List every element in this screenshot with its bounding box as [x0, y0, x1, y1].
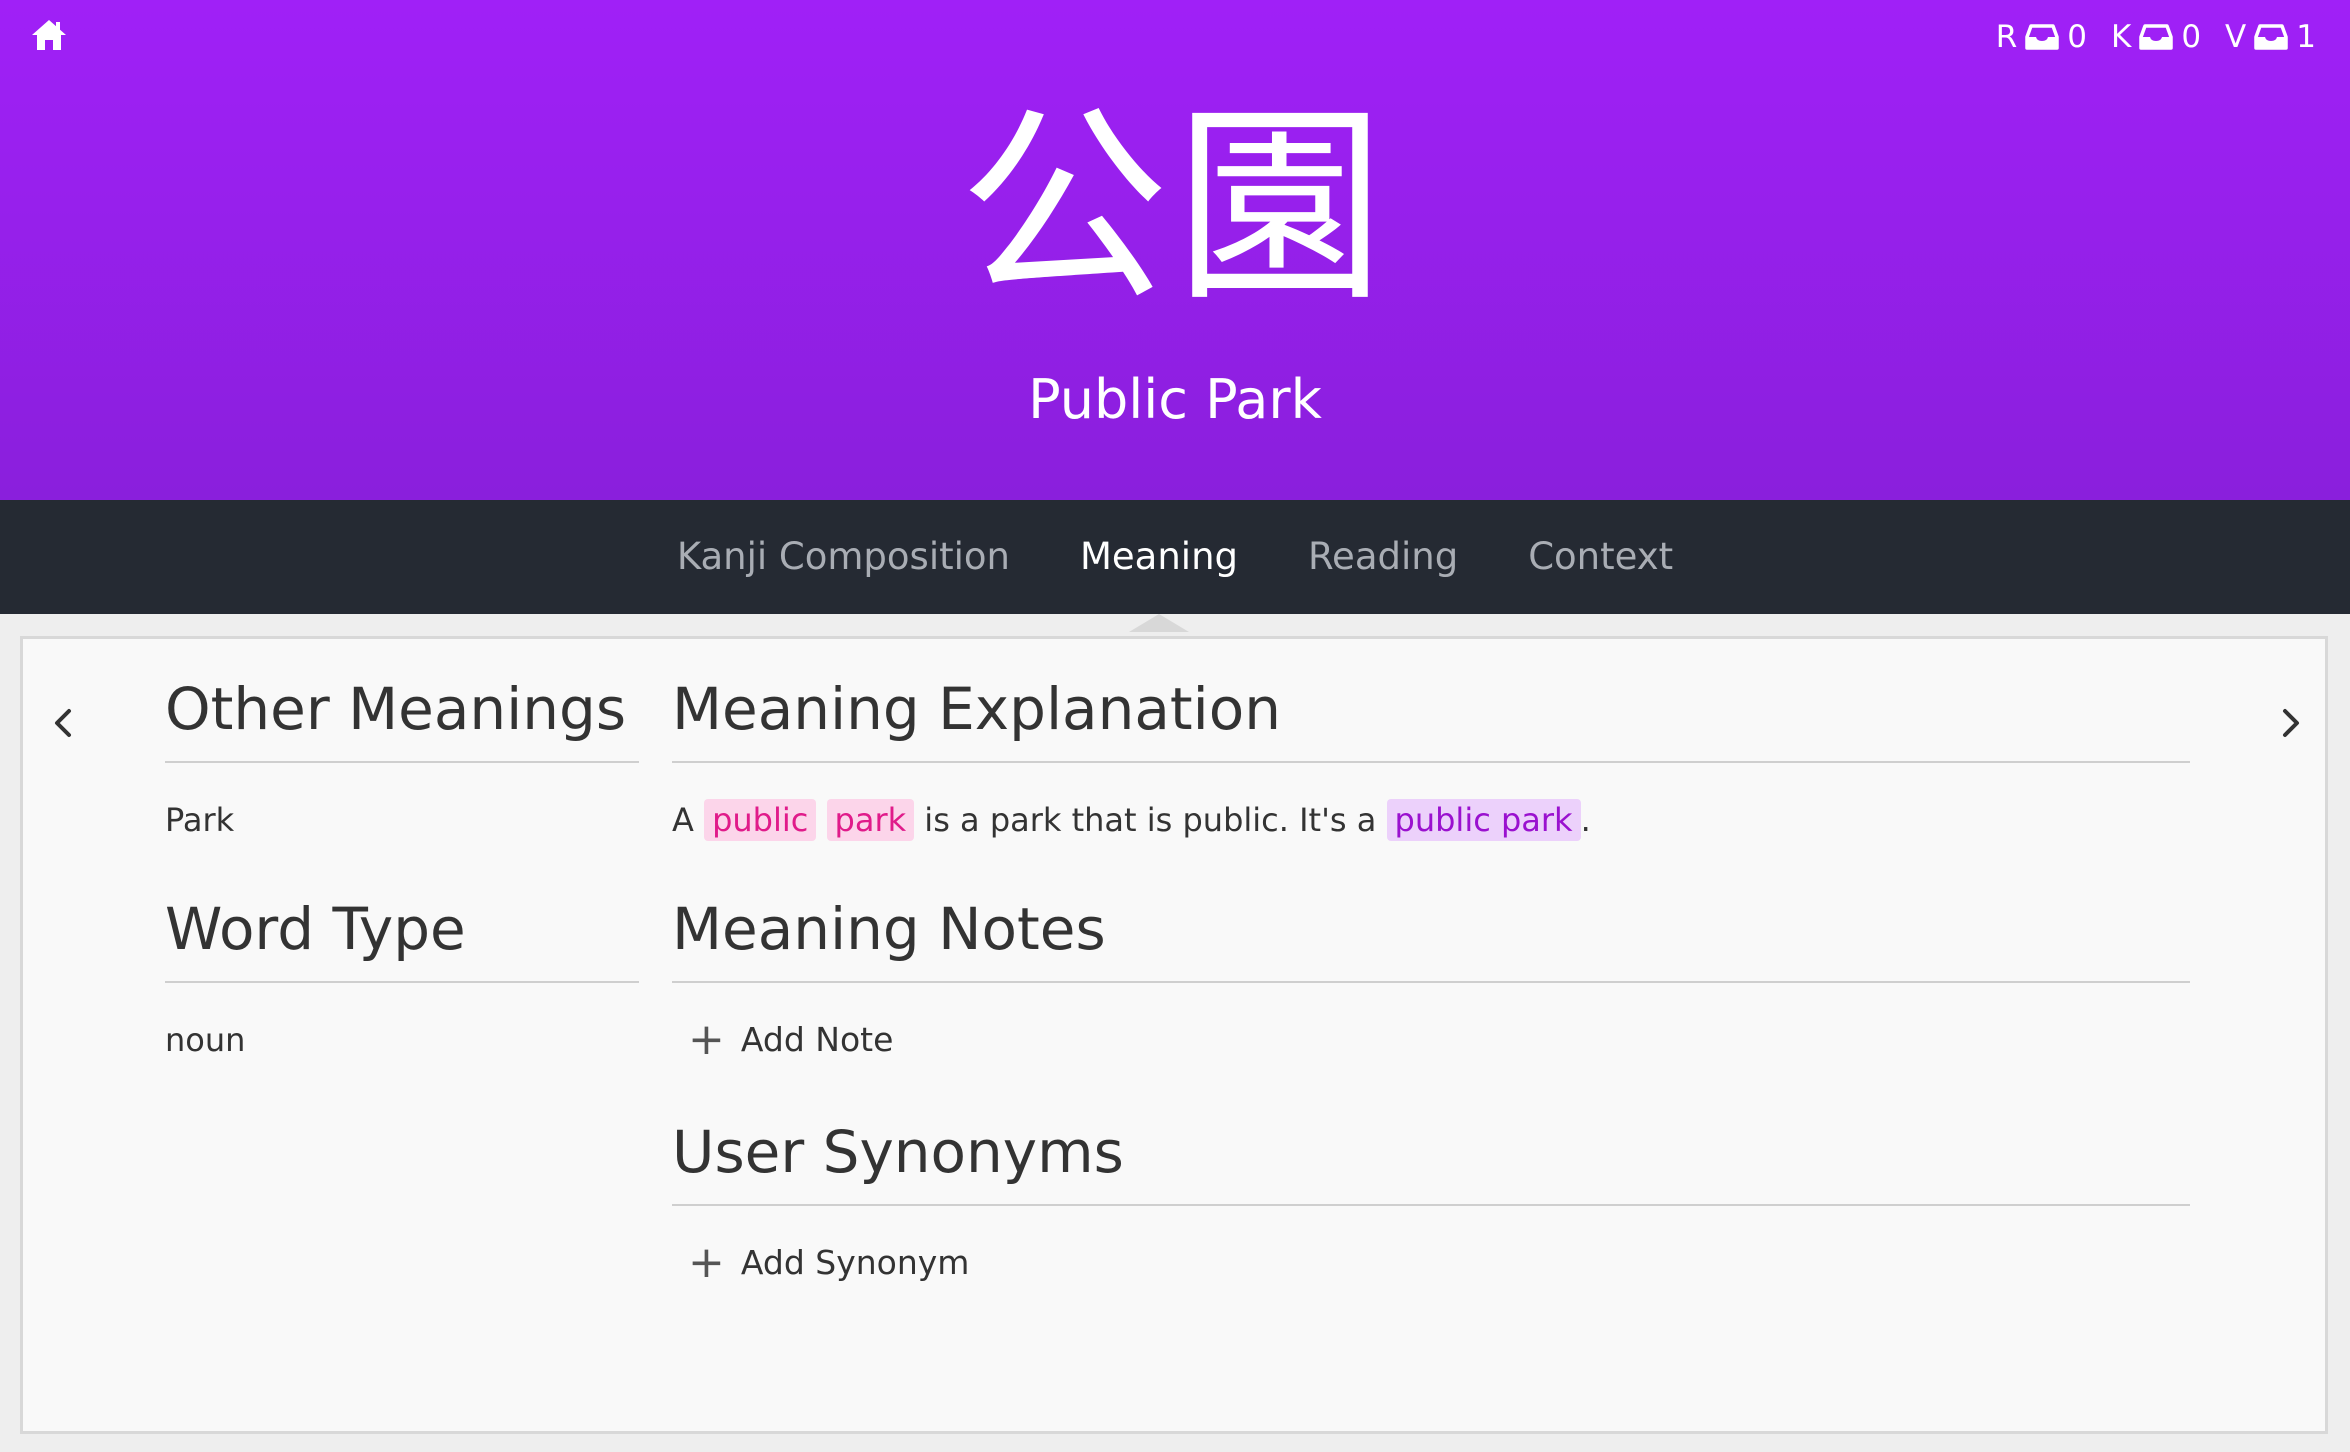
- tab-context[interactable]: Context: [1493, 500, 1708, 614]
- highlight-vocabulary: public park: [1386, 799, 1581, 841]
- highlight-kanji: public: [704, 799, 817, 841]
- highlight-kanji: park: [826, 799, 915, 841]
- section-title: User Synonyms: [672, 1112, 2190, 1206]
- queue-letter: R: [1995, 19, 2018, 55]
- add-note-button[interactable]: + Add Note: [688, 1017, 893, 1063]
- queue-counts: R 0 K 0 V 1: [1996, 18, 2316, 56]
- explanation-text: A: [672, 801, 705, 839]
- home-icon[interactable]: [30, 18, 68, 52]
- chevron-left-icon[interactable]: [47, 701, 77, 745]
- word-type-value: noun: [165, 1021, 246, 1059]
- section-title: Other Meanings: [165, 669, 639, 763]
- tab-kanji-composition[interactable]: Kanji Composition: [642, 500, 1045, 614]
- reviews-queue[interactable]: R 0: [1996, 18, 2087, 56]
- section-title: Meaning Explanation: [672, 669, 2190, 763]
- inbox-tray-icon: [2025, 24, 2059, 50]
- meaning-explanation-section: Meaning Explanation A public park is a p…: [672, 669, 2190, 843]
- other-meanings-value: Park: [165, 801, 235, 839]
- add-note-label: Add Note: [740, 1020, 894, 1059]
- add-synonym-label: Add Synonym: [740, 1243, 970, 1282]
- meaning-sidebar: Other Meanings Park Word Type noun: [165, 669, 639, 1109]
- meaning-notes-section: Meaning Notes + Add Note: [672, 889, 2190, 1066]
- explanation-text: is a park that is public. It's a: [914, 801, 1387, 839]
- vocab-queue[interactable]: V 1: [2225, 18, 2316, 56]
- plus-icon: +: [688, 1237, 725, 1288]
- vocab-header: R 0 K 0 V 1 公園 Public Park: [0, 0, 2350, 500]
- section-title: Meaning Notes: [672, 889, 2190, 983]
- add-synonym-button[interactable]: + Add Synonym: [688, 1240, 969, 1286]
- vocab-primary-meaning: Public Park: [1028, 368, 1322, 431]
- plus-icon: +: [688, 1014, 725, 1065]
- meaning-main: Meaning Explanation A public park is a p…: [672, 669, 2190, 1335]
- meaning-explanation-text: A public park is a park that is public. …: [672, 797, 2190, 843]
- chevron-right-icon[interactable]: [2277, 701, 2307, 745]
- word-type-section: Word Type noun: [165, 889, 639, 1063]
- queue-count: 0: [2067, 19, 2087, 55]
- tab-meaning[interactable]: Meaning: [1045, 500, 1273, 614]
- tab-reading[interactable]: Reading: [1273, 500, 1493, 614]
- queue-letter: V: [2225, 19, 2247, 55]
- inbox-tray-icon: [2139, 24, 2174, 50]
- kanji-queue[interactable]: K 0: [2111, 18, 2201, 56]
- other-meanings-section: Other Meanings Park: [165, 669, 639, 843]
- section-tabs: Kanji Composition Meaning Reading Contex…: [0, 500, 2350, 614]
- vocab-characters: 公園: [958, 85, 1391, 330]
- queue-count: 1: [2296, 19, 2316, 55]
- queue-letter: K: [2110, 19, 2132, 55]
- queue-count: 0: [2181, 19, 2202, 55]
- inbox-tray-icon: [2254, 24, 2289, 50]
- user-synonyms-section: User Synonyms + Add Synonym: [672, 1112, 2190, 1289]
- meaning-panel: Other Meanings Park Word Type noun Meani…: [20, 636, 2328, 1434]
- section-title: Word Type: [165, 889, 639, 983]
- explanation-text: .: [1580, 801, 1591, 839]
